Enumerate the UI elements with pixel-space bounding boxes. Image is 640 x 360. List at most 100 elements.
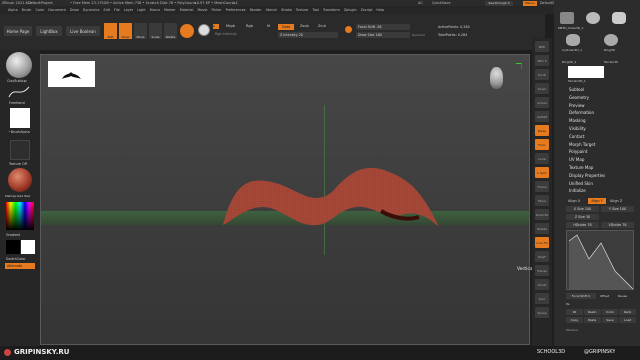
see-through-slider[interactable]: See-through 0 xyxy=(485,0,513,6)
scale-button[interactable]: Scale xyxy=(149,23,162,39)
menu-draw[interactable]: Draw xyxy=(70,8,79,12)
align-y-button[interactable]: Align Y xyxy=(588,198,606,204)
menu-stencil[interactable]: Stencil xyxy=(266,8,277,12)
tool-thumb[interactable] xyxy=(560,12,574,24)
bpr-button[interactable]: BPR xyxy=(535,41,549,52)
menu-document[interactable]: Document xyxy=(48,8,66,12)
home-page-button[interactable]: Home Page xyxy=(4,26,32,36)
z-intensity-slider[interactable]: Z Intensity 20 xyxy=(278,32,338,38)
offset-button[interactable]: Offset xyxy=(600,294,609,298)
draw-size-slider[interactable]: Draw Size 180 xyxy=(356,32,410,38)
dynamic-button[interactable]: Dynamic xyxy=(412,33,425,37)
rotate-view-button[interactable]: Rotate xyxy=(535,223,549,234)
rgb-intensity-slider[interactable]: Rgb Intensity xyxy=(215,32,237,36)
focal-shift-slider[interactable]: Focal Shift -56 xyxy=(356,24,410,30)
scroll-button[interactable]: Scroll xyxy=(535,69,549,80)
redo-curve-button[interactable]: Redo xyxy=(619,309,636,315)
color-picker[interactable] xyxy=(6,202,34,230)
menus-button[interactable]: Menus xyxy=(523,0,537,6)
material-thumbnail[interactable] xyxy=(8,168,32,192)
menu-zplugin[interactable]: Zplugin xyxy=(344,8,357,12)
move-view-button[interactable]: Move xyxy=(535,195,549,206)
zoom-button[interactable]: Zoom xyxy=(535,83,549,94)
menu-dynamics[interactable]: Dynamics xyxy=(83,8,100,12)
zoom3d-button[interactable]: Zoom3D xyxy=(535,209,549,220)
tool-thumb[interactable] xyxy=(566,34,580,46)
texture-thumbnail[interactable] xyxy=(10,140,30,160)
lsym-button[interactable]: L.Sym xyxy=(535,167,549,178)
menu-light[interactable]: Light xyxy=(137,8,145,12)
polyf-button[interactable]: PolyF xyxy=(535,251,549,262)
brush-thumbnail[interactable] xyxy=(6,52,32,78)
alternate-button[interactable]: Alternate xyxy=(5,263,35,269)
brush-icon[interactable] xyxy=(345,26,352,33)
undo-curve-button[interactable]: Undo xyxy=(601,309,619,315)
menu-texture[interactable]: Texture xyxy=(296,8,308,12)
texture-map-item[interactable]: Texture Map xyxy=(554,164,640,172)
wave-mesh[interactable] xyxy=(221,155,451,235)
menu-layer[interactable]: Layer xyxy=(124,8,133,12)
local-button[interactable]: Local xyxy=(535,153,549,164)
vertical-profile-curve[interactable] xyxy=(566,230,634,290)
ac-label[interactable]: AC xyxy=(418,1,423,5)
rt-button[interactable]: Rt xyxy=(566,309,583,315)
tool-thumb[interactable] xyxy=(612,12,626,24)
floor-button[interactable]: Floor xyxy=(535,139,549,150)
ghost-button[interactable]: Ghost xyxy=(535,279,549,290)
line-fill-button[interactable]: Line Fill xyxy=(535,237,549,248)
subtool-item[interactable]: Subtool xyxy=(554,86,640,94)
transp-button[interactable]: Transp xyxy=(535,265,549,276)
secondary-color-swatch[interactable] xyxy=(21,240,35,254)
aahalf-button[interactable]: AAHalf xyxy=(535,111,549,122)
spix-button[interactable]: SPix 3 xyxy=(535,55,549,66)
mrgb-button[interactable]: Mrgb xyxy=(226,24,235,28)
align-x-button[interactable]: Align X xyxy=(568,199,580,203)
solo-button[interactable]: Solo xyxy=(535,293,549,304)
vdivide-slider[interactable]: VDivide 78 xyxy=(601,222,634,228)
align-z-button[interactable]: Align Z xyxy=(610,199,622,203)
visibility-item[interactable]: Visibility xyxy=(554,125,640,133)
primary-color-swatch[interactable] xyxy=(6,240,20,254)
rgb-button[interactable]: Rgb xyxy=(246,24,253,28)
uv-map-item[interactable]: UV Map xyxy=(554,156,640,164)
color-sphere-icon[interactable] xyxy=(198,24,210,36)
z-size-slider[interactable]: Z Size 30 xyxy=(566,214,599,220)
material-swatch[interactable] xyxy=(180,24,194,38)
stroke-thumbnail[interactable] xyxy=(6,84,32,100)
menu-movie[interactable]: Movie xyxy=(197,8,207,12)
menu-edit[interactable]: Edit xyxy=(103,8,110,12)
paste-curve-button[interactable]: Paste xyxy=(583,317,601,323)
geometry-item[interactable]: Geometry xyxy=(554,94,640,102)
head-navigation-gizmo[interactable] xyxy=(490,67,503,89)
display-properties-item[interactable]: Display Properties xyxy=(554,172,640,180)
x-size-slider[interactable]: X Size 100 xyxy=(566,206,599,212)
switchcolor-button[interactable]: SwitchColor xyxy=(6,257,26,261)
actual-button[interactable]: Actual xyxy=(535,97,549,108)
morph-target-item[interactable]: Morph Target xyxy=(554,141,640,149)
y-size-slider[interactable]: Y Size 100 xyxy=(601,206,634,212)
zsub-button[interactable]: Zsub xyxy=(300,24,309,28)
polypaint-item[interactable]: Polypaint xyxy=(554,148,640,156)
frame-button[interactable]: Frame xyxy=(535,181,549,192)
live-boolean-button[interactable]: Live Boolean xyxy=(66,26,100,36)
deformation-item[interactable]: Deformation xyxy=(554,109,640,117)
alpha-thumbnail[interactable] xyxy=(10,108,30,128)
canvas-viewport[interactable]: Vertical Profile xyxy=(40,54,549,345)
menu-render[interactable]: Render xyxy=(250,8,262,12)
unified-skin-item[interactable]: Unified Skin xyxy=(554,180,640,188)
m-button[interactable]: M xyxy=(267,24,270,28)
menu-stroke[interactable]: Stroke xyxy=(281,8,292,12)
load-curve-button[interactable]: Load xyxy=(619,317,636,323)
save-curve-button[interactable]: Save xyxy=(601,317,619,323)
rsetn-button[interactable]: Rsetn xyxy=(583,309,601,315)
menu-tool[interactable]: Tool xyxy=(312,8,319,12)
contact-item[interactable]: Contact xyxy=(554,133,640,141)
tool-thumb[interactable] xyxy=(586,12,600,24)
lightbox-button[interactable]: LightBox xyxy=(36,26,62,36)
menu-preferences[interactable]: Preferences xyxy=(226,8,246,12)
copy-curve-button[interactable]: Copy xyxy=(566,317,583,323)
xpose-button[interactable]: Xpose xyxy=(535,307,549,318)
tool-thumb[interactable] xyxy=(604,34,618,46)
zadd-button[interactable]: Zadd xyxy=(278,24,294,30)
menu-alpha[interactable]: Alpha xyxy=(8,8,18,12)
